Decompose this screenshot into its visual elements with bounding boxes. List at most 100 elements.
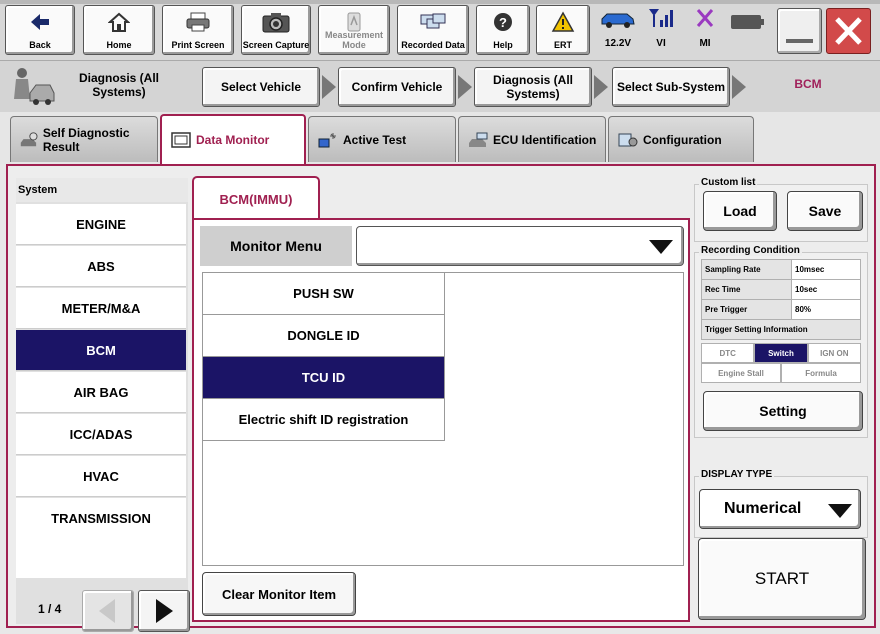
monitor-item-list: PUSH SW DONGLE ID TCU ID Electric shift … <box>202 272 684 566</box>
trigger-formula[interactable]: Formula <box>781 363 861 383</box>
ert-label: ERT <box>554 40 572 50</box>
printer-icon <box>186 12 210 32</box>
dropdown-arrow-icon <box>828 504 852 518</box>
monitor-ecu-tab[interactable]: BCM(IMMU) <box>192 176 320 220</box>
system-item-engine[interactable]: ENGINE <box>16 204 186 245</box>
system-panel: System ENGINE ABS METER/M&A BCM AIR BAG … <box>16 178 190 632</box>
voltage-status: 12.2V <box>598 6 638 49</box>
crumb-arrow-icon <box>732 75 746 99</box>
sampling-rate-label: Sampling Rate <box>701 259 792 280</box>
next-page-button[interactable] <box>138 590 190 632</box>
tab-active-test[interactable]: Active Test <box>308 116 456 162</box>
print-screen-label: Print Screen <box>171 40 225 50</box>
tab-data-monitor[interactable]: Data Monitor <box>160 114 306 164</box>
help-icon: ? <box>494 13 512 31</box>
clear-monitor-item-button[interactable]: Clear Monitor Item <box>202 572 356 616</box>
display-type-select[interactable]: Numerical <box>699 489 861 529</box>
system-item-hvac[interactable]: HVAC <box>16 456 186 497</box>
screen-capture-label: Screen Capture <box>242 40 310 50</box>
warning-icon <box>551 11 575 32</box>
display-type-group: DISPLAY TYPE Numerical <box>694 469 868 538</box>
crumb-current: BCM <box>794 77 822 91</box>
custom-list-title: Custom list <box>699 177 758 188</box>
load-button[interactable]: Load <box>703 191 777 231</box>
trigger-switch[interactable]: Switch <box>754 343 808 363</box>
recorded-data-icon <box>420 13 446 29</box>
system-item-air-bag[interactable]: AIR BAG <box>16 372 186 413</box>
system-item-transmission[interactable]: TRANSMISSION <box>16 498 186 539</box>
data-monitor-icon <box>171 132 191 148</box>
signal-icon <box>649 9 673 27</box>
home-label: Home <box>106 40 132 50</box>
back-arrow-icon <box>31 14 49 30</box>
crumb-select-vehicle[interactable]: Select Vehicle <box>202 67 320 107</box>
display-type-value: Numerical <box>724 500 802 517</box>
mi-status: MI <box>690 6 720 49</box>
prev-arrow-icon <box>99 599 115 623</box>
monitor-item-push-sw[interactable]: PUSH SW <box>203 273 445 315</box>
trigger-setting-title: Trigger Setting Information <box>701 319 861 340</box>
crumb-select-subsystem[interactable]: Select Sub-System <box>612 67 730 107</box>
screen-capture-button[interactable]: Screen Capture <box>241 5 311 55</box>
tab-active-test-label: Active Test <box>343 132 407 147</box>
tab-self-diagnostic-label: Self Diagnostic Result <box>42 125 130 154</box>
home-button[interactable]: Home <box>83 5 155 55</box>
trigger-ign-on[interactable]: IGN ON <box>807 343 861 363</box>
next-arrow-icon <box>156 599 173 623</box>
save-button[interactable]: Save <box>787 191 863 231</box>
monitor-item-tcu-id[interactable]: TCU ID <box>203 357 445 399</box>
crumb-diagnosis-all[interactable]: Diagnosis (All Systems) <box>474 67 592 107</box>
measurement-mode-button[interactable]: Measurement Mode <box>318 5 390 55</box>
print-screen-button[interactable]: Print Screen <box>162 5 234 55</box>
tab-configuration[interactable]: Configuration <box>608 116 754 162</box>
help-button[interactable]: ? Help <box>476 5 530 55</box>
trigger-row-2: Engine Stall Formula <box>701 363 861 383</box>
system-item-abs[interactable]: ABS <box>16 246 186 287</box>
close-button[interactable] <box>826 8 871 54</box>
voltage-label: 12.2V <box>604 38 632 49</box>
rec-time-value: 10sec <box>791 279 861 300</box>
system-item-empty <box>16 538 186 578</box>
monitor-item-electric-shift[interactable]: Electric shift ID registration <box>203 399 445 441</box>
crumb-arrow-icon <box>458 75 472 99</box>
recording-row: Trigger Setting Information <box>701 319 861 340</box>
pre-trigger-value: 80% <box>791 299 861 320</box>
trigger-row-1: DTC Switch IGN ON <box>701 343 861 363</box>
x-mark-icon <box>696 9 714 27</box>
tab-self-diagnostic[interactable]: Self Diagnostic Result <box>10 116 158 162</box>
crumb-confirm-vehicle[interactable]: Confirm Vehicle <box>338 67 456 107</box>
start-button[interactable]: START <box>698 538 866 620</box>
system-item-icc-adas[interactable]: ICC/ADAS <box>16 414 186 455</box>
trigger-engine-stall[interactable]: Engine Stall <box>701 363 781 383</box>
help-label: Help <box>493 40 513 50</box>
measurement-icon <box>347 12 361 32</box>
prev-page-button[interactable] <box>82 590 134 632</box>
crumb-arrow-icon <box>594 75 608 99</box>
system-item-bcm[interactable]: BCM <box>16 330 186 371</box>
title-strip <box>0 0 880 4</box>
recording-table: Sampling Rate 10msec Rec Time 10sec Pre … <box>701 259 861 340</box>
ert-button[interactable]: ERT <box>536 5 590 55</box>
svg-text:?: ? <box>499 15 507 30</box>
recording-condition-group: Recording Condition Sampling Rate 10msec… <box>694 245 868 438</box>
monitor-item-dongle-id[interactable]: DONGLE ID <box>203 315 445 357</box>
back-label: Back <box>29 40 51 50</box>
minimize-button[interactable] <box>777 8 822 54</box>
technician-car-icon <box>14 68 55 105</box>
recording-row: Pre Trigger 80% <box>701 299 861 320</box>
camera-icon <box>262 13 290 33</box>
trigger-dtc[interactable]: DTC <box>701 343 755 363</box>
system-item-meter[interactable]: METER/M&A <box>16 288 186 329</box>
setting-button[interactable]: Setting <box>703 391 863 431</box>
system-header: System <box>16 178 188 202</box>
recorded-data-button[interactable]: Recorded Data <box>397 5 469 55</box>
recording-condition-title: Recording Condition <box>699 245 802 256</box>
display-type-title: DISPLAY TYPE <box>699 469 775 480</box>
tab-ecu-identification[interactable]: ECU Identification <box>458 116 606 162</box>
back-button[interactable]: Back <box>5 5 75 55</box>
pre-trigger-label: Pre Trigger <box>701 299 792 320</box>
mi-label: MI <box>699 38 711 49</box>
close-icon <box>835 17 862 45</box>
monitor-menu-select[interactable] <box>356 226 684 266</box>
tab-ecu-identification-label: ECU Identification <box>493 132 597 147</box>
